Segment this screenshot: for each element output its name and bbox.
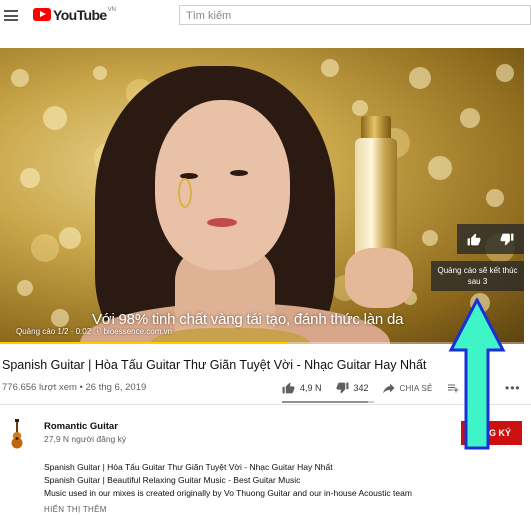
ad-skip-countdown: Quảng cáo sẽ kết thúc sau 3 [431, 261, 524, 291]
description-line: Spanish Guitar | Hòa Tấu Guitar Thư Giãn… [44, 462, 333, 472]
description-line: Spanish Guitar | Beautiful Relaxing Guit… [44, 475, 301, 485]
ad-rating-box [457, 224, 524, 254]
video-meta: 776.656 lượt xem • 26 thg 6, 2019 [2, 382, 147, 393]
like-button[interactable]: 4,9 N [282, 382, 322, 394]
save-to-playlist-button[interactable] [447, 383, 459, 394]
ad-progress-fill [0, 342, 289, 344]
like-dislike-bar [282, 401, 374, 403]
subscribe-button[interactable]: ĐĂNG KÝ [461, 421, 522, 445]
thumbs-down-icon [336, 382, 348, 394]
channel-name[interactable]: Romantic Guitar [44, 421, 118, 432]
share-button[interactable]: CHIA SẺ [382, 383, 433, 394]
ad-info-link[interactable]: Quảng cáo 1/2 · 0:02 ⓘ bioessence.com.vn [16, 326, 172, 337]
more-actions-icon[interactable]: ••• [505, 381, 521, 395]
search-box [179, 5, 531, 25]
search-input[interactable] [180, 7, 530, 25]
share-arrow-icon [382, 383, 395, 393]
hamburger-menu-icon[interactable] [4, 10, 18, 21]
model-earring [178, 178, 192, 208]
dislike-count: 342 [353, 383, 369, 393]
model-eye-right [230, 170, 248, 176]
youtube-logo[interactable]: YouTube VN [33, 7, 116, 23]
model-face [155, 100, 290, 270]
like-ratio-fill [282, 401, 369, 403]
thumbs-up-icon [282, 382, 295, 394]
video-title: Spanish Guitar | Hòa Tấu Guitar Thư Giãn… [2, 358, 427, 372]
logo-text: YouTube [53, 7, 107, 23]
top-bar: YouTube VN [0, 0, 531, 30]
dislike-button[interactable]: 342 [336, 382, 369, 394]
share-label: CHIA SẺ [399, 383, 433, 393]
video-player[interactable]: Với 98% tinh chất vàng tái tạo, đánh thứ… [0, 48, 524, 344]
ad-progress-bar[interactable] [0, 342, 524, 344]
model-hand [345, 248, 413, 308]
description-line: Music used in our mixes is created origi… [44, 488, 412, 498]
subscriber-count: 27,9 N người đăng ký [44, 434, 127, 444]
show-more-link[interactable]: HIỂN THỊ THÊM [44, 505, 107, 514]
channel-avatar-guitar-icon[interactable] [10, 419, 24, 449]
youtube-play-icon [33, 8, 51, 21]
model-lips [207, 218, 237, 227]
logo-country-code: VN [107, 7, 116, 13]
playlist-add-icon [447, 384, 459, 392]
ad-thumbs-down-icon[interactable] [491, 224, 525, 254]
youtube-watch-page: YouTube VN Tìm kiếm Với 98% tinh chất và… [0, 0, 531, 515]
ad-thumbs-up-icon[interactable] [457, 224, 491, 254]
like-count: 4,9 N [300, 383, 322, 393]
section-divider [0, 404, 531, 405]
video-actions: 4,9 N 342 CHIA SẺ [282, 380, 473, 396]
video-description: Spanish Guitar | Hòa Tấu Guitar Thư Giãn… [44, 461, 412, 500]
